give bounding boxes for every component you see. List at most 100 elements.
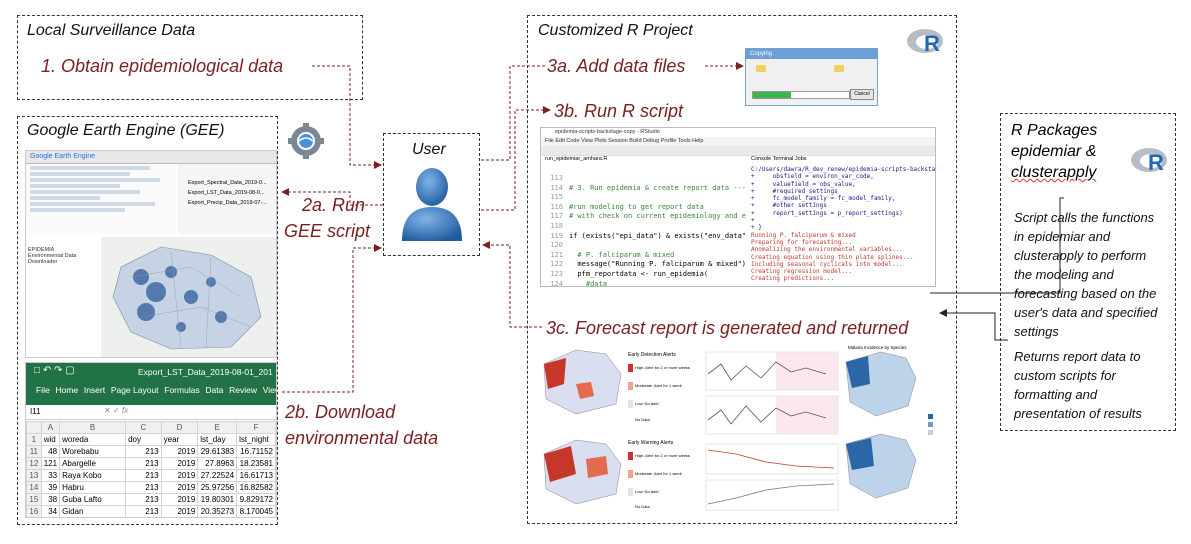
- gee-app-name: Google Earth Engine: [26, 151, 276, 164]
- calls-note: Script calls the functions in epidemiar a…: [1014, 208, 1174, 341]
- table-cell[interactable]: 213: [125, 505, 162, 517]
- console-line: + fc_model_family = fc_model_family,: [751, 195, 896, 203]
- table-cell[interactable]: 34: [40, 505, 61, 517]
- step-2b-line: environmental data: [285, 428, 439, 448]
- row-number: 13: [26, 469, 42, 482]
- table-cell[interactable]: 16.71152: [236, 445, 276, 458]
- console-line: + #other settings: [751, 202, 827, 210]
- table-cell[interactable]: 213: [125, 445, 162, 458]
- console-line: + }: [751, 224, 762, 232]
- line-number: 118: [550, 221, 563, 230]
- col-letter: E: [197, 421, 238, 434]
- table-cell[interactable]: Woldia Town: [60, 518, 126, 519]
- row-number: 12: [26, 457, 42, 470]
- console-line: + report_settings = p_report_settings): [751, 209, 903, 217]
- table-cell[interactable]: Gidan: [59, 505, 127, 517]
- arrow-step-2b: [282, 244, 382, 393]
- col-letter: C: [125, 421, 162, 434]
- table-cell[interactable]: 40: [41, 518, 59, 519]
- table-cell[interactable]: 27.22524: [197, 469, 238, 482]
- legend-entry: Moderate: Alert for 1 week: [635, 383, 682, 388]
- user-title: User: [412, 141, 446, 158]
- table-cell[interactable]: 213: [125, 493, 162, 506]
- table-cell[interactable]: 33: [40, 469, 61, 482]
- table-cell[interactable]: 2019: [161, 518, 198, 519]
- code-line: 116 #run modeling to get report data: [541, 203, 746, 213]
- table-cell[interactable]: 2019: [160, 457, 199, 470]
- table-cell[interactable]: 9.829172: [236, 493, 276, 506]
- console-line: +: [751, 217, 755, 225]
- line-number: 113: [550, 174, 563, 182]
- table-cell[interactable]: 25.97256: [197, 481, 238, 494]
- code-text: # with check on current epidemiology and…: [569, 212, 746, 221]
- legend-entry: Low: No alert: [635, 489, 659, 494]
- table-cell[interactable]: 18.23581: [236, 457, 276, 470]
- table-cell[interactable]: 19.80301: [197, 493, 238, 506]
- r-packages-title: R Packages epidemiar & clusterapply: [1011, 120, 1097, 183]
- rstudio-console-tabs[interactable]: Console Terminal Jobs: [751, 156, 807, 162]
- step-3c-label: 3c. Forecast report is generated and ret…: [546, 318, 909, 338]
- excel-menu-item[interactable]: Formulas: [164, 385, 199, 395]
- user-avatar-icon: [402, 168, 462, 241]
- table-cell[interactable]: Raya Kobo: [59, 469, 127, 482]
- note-line: in epidemiar and: [1014, 229, 1111, 244]
- console-line: + #required settings: [751, 187, 838, 195]
- table-cell[interactable]: 2019: [160, 445, 199, 458]
- excel-menu-item[interactable]: Home: [55, 385, 78, 395]
- rstudio-code-editor: 113 114 # 3. Run epidemia & create report …: [541, 174, 746, 286]
- table-cell[interactable]: 27.8963: [197, 457, 238, 470]
- gee-map-image: [101, 237, 276, 357]
- table-cell[interactable]: 2019: [160, 505, 199, 517]
- table-cell[interactable]: 2019: [160, 469, 199, 482]
- table-cell[interactable]: 213: [125, 481, 162, 494]
- table-cell[interactable]: 29.61383: [197, 445, 238, 458]
- gee-panel-title: EPIDEMIA Environmental Data Downloader: [28, 247, 77, 265]
- code-line: 119 if (exists("epi_data") & exists("env_…: [541, 232, 746, 242]
- table-cell[interactable]: 121: [40, 457, 61, 470]
- table-cell[interactable]: 8.170045: [236, 505, 276, 517]
- table-cell[interactable]: 2019: [160, 493, 199, 506]
- line-number: 120: [550, 241, 563, 250]
- table-cell[interactable]: Habru: [59, 481, 127, 494]
- excel-menu-item[interactable]: File: [36, 385, 50, 395]
- excel-menu-item[interactable]: View: [263, 385, 276, 395]
- console-line: Creating regression model...: [751, 268, 853, 276]
- r-logo-icon: R: [907, 29, 943, 56]
- rstudio-menu: File Edit Code View Plots Session Build …: [541, 137, 935, 146]
- table-cell[interactable]: 2019: [160, 481, 199, 494]
- table-cell[interactable]: 16.2203: [237, 518, 276, 519]
- table-cell[interactable]: 20.35273: [197, 505, 238, 517]
- table-cell[interactable]: Worebabu: [59, 445, 127, 458]
- table-cell[interactable]: 213: [126, 518, 162, 519]
- code-line: 124 #data: [541, 280, 746, 286]
- table-cell[interactable]: 39: [40, 481, 61, 494]
- table-cell[interactable]: Abargelle: [59, 457, 127, 470]
- table-cell[interactable]: 213: [125, 469, 162, 482]
- code-text: #run modeling to get report data: [569, 202, 704, 211]
- excel-menu-item[interactable]: Review: [229, 385, 257, 395]
- row-number: 14: [26, 481, 42, 494]
- table-cell[interactable]: 38: [40, 493, 61, 506]
- species-title: Malaria Incidence by Species: [848, 345, 907, 350]
- excel-name-box[interactable]: I11: [30, 407, 41, 416]
- excel-menu-item[interactable]: Page Layout: [111, 385, 159, 395]
- table-cell[interactable]: 19.88507: [198, 518, 237, 519]
- legend-entry: High: Alert for 2 or more weeks: [635, 453, 690, 458]
- copy-cancel-button[interactable]: Cancel: [850, 89, 874, 100]
- console-line: Running P. falciparum & mixed: [751, 231, 856, 239]
- table-cell[interactable]: 48: [40, 445, 61, 458]
- rstudio-editor-tab[interactable]: run_epidemiar_amhara.R: [545, 156, 607, 162]
- excel-menu-item[interactable]: Data: [205, 385, 223, 395]
- table-cell[interactable]: Guba Lafto: [59, 493, 127, 506]
- svg-text:R: R: [1148, 150, 1164, 175]
- note-line: custom scripts for: [1014, 368, 1116, 383]
- table-cell[interactable]: 16.61713: [236, 469, 276, 482]
- code-text: pfm_reportdata <- run_epidemia(: [569, 269, 709, 278]
- table-cell[interactable]: 16.82582: [236, 481, 276, 494]
- excel-menu-item[interactable]: Insert: [84, 385, 105, 395]
- header-cell: lst_night: [236, 433, 276, 446]
- console-line: + valuefield = obs_value,: [751, 180, 856, 188]
- gee-tasks-panel: Export_Spectral_Data_2019-0... Export_LS…: [178, 164, 276, 234]
- header-cell: doy: [125, 433, 162, 446]
- table-cell[interactable]: 213: [125, 457, 162, 470]
